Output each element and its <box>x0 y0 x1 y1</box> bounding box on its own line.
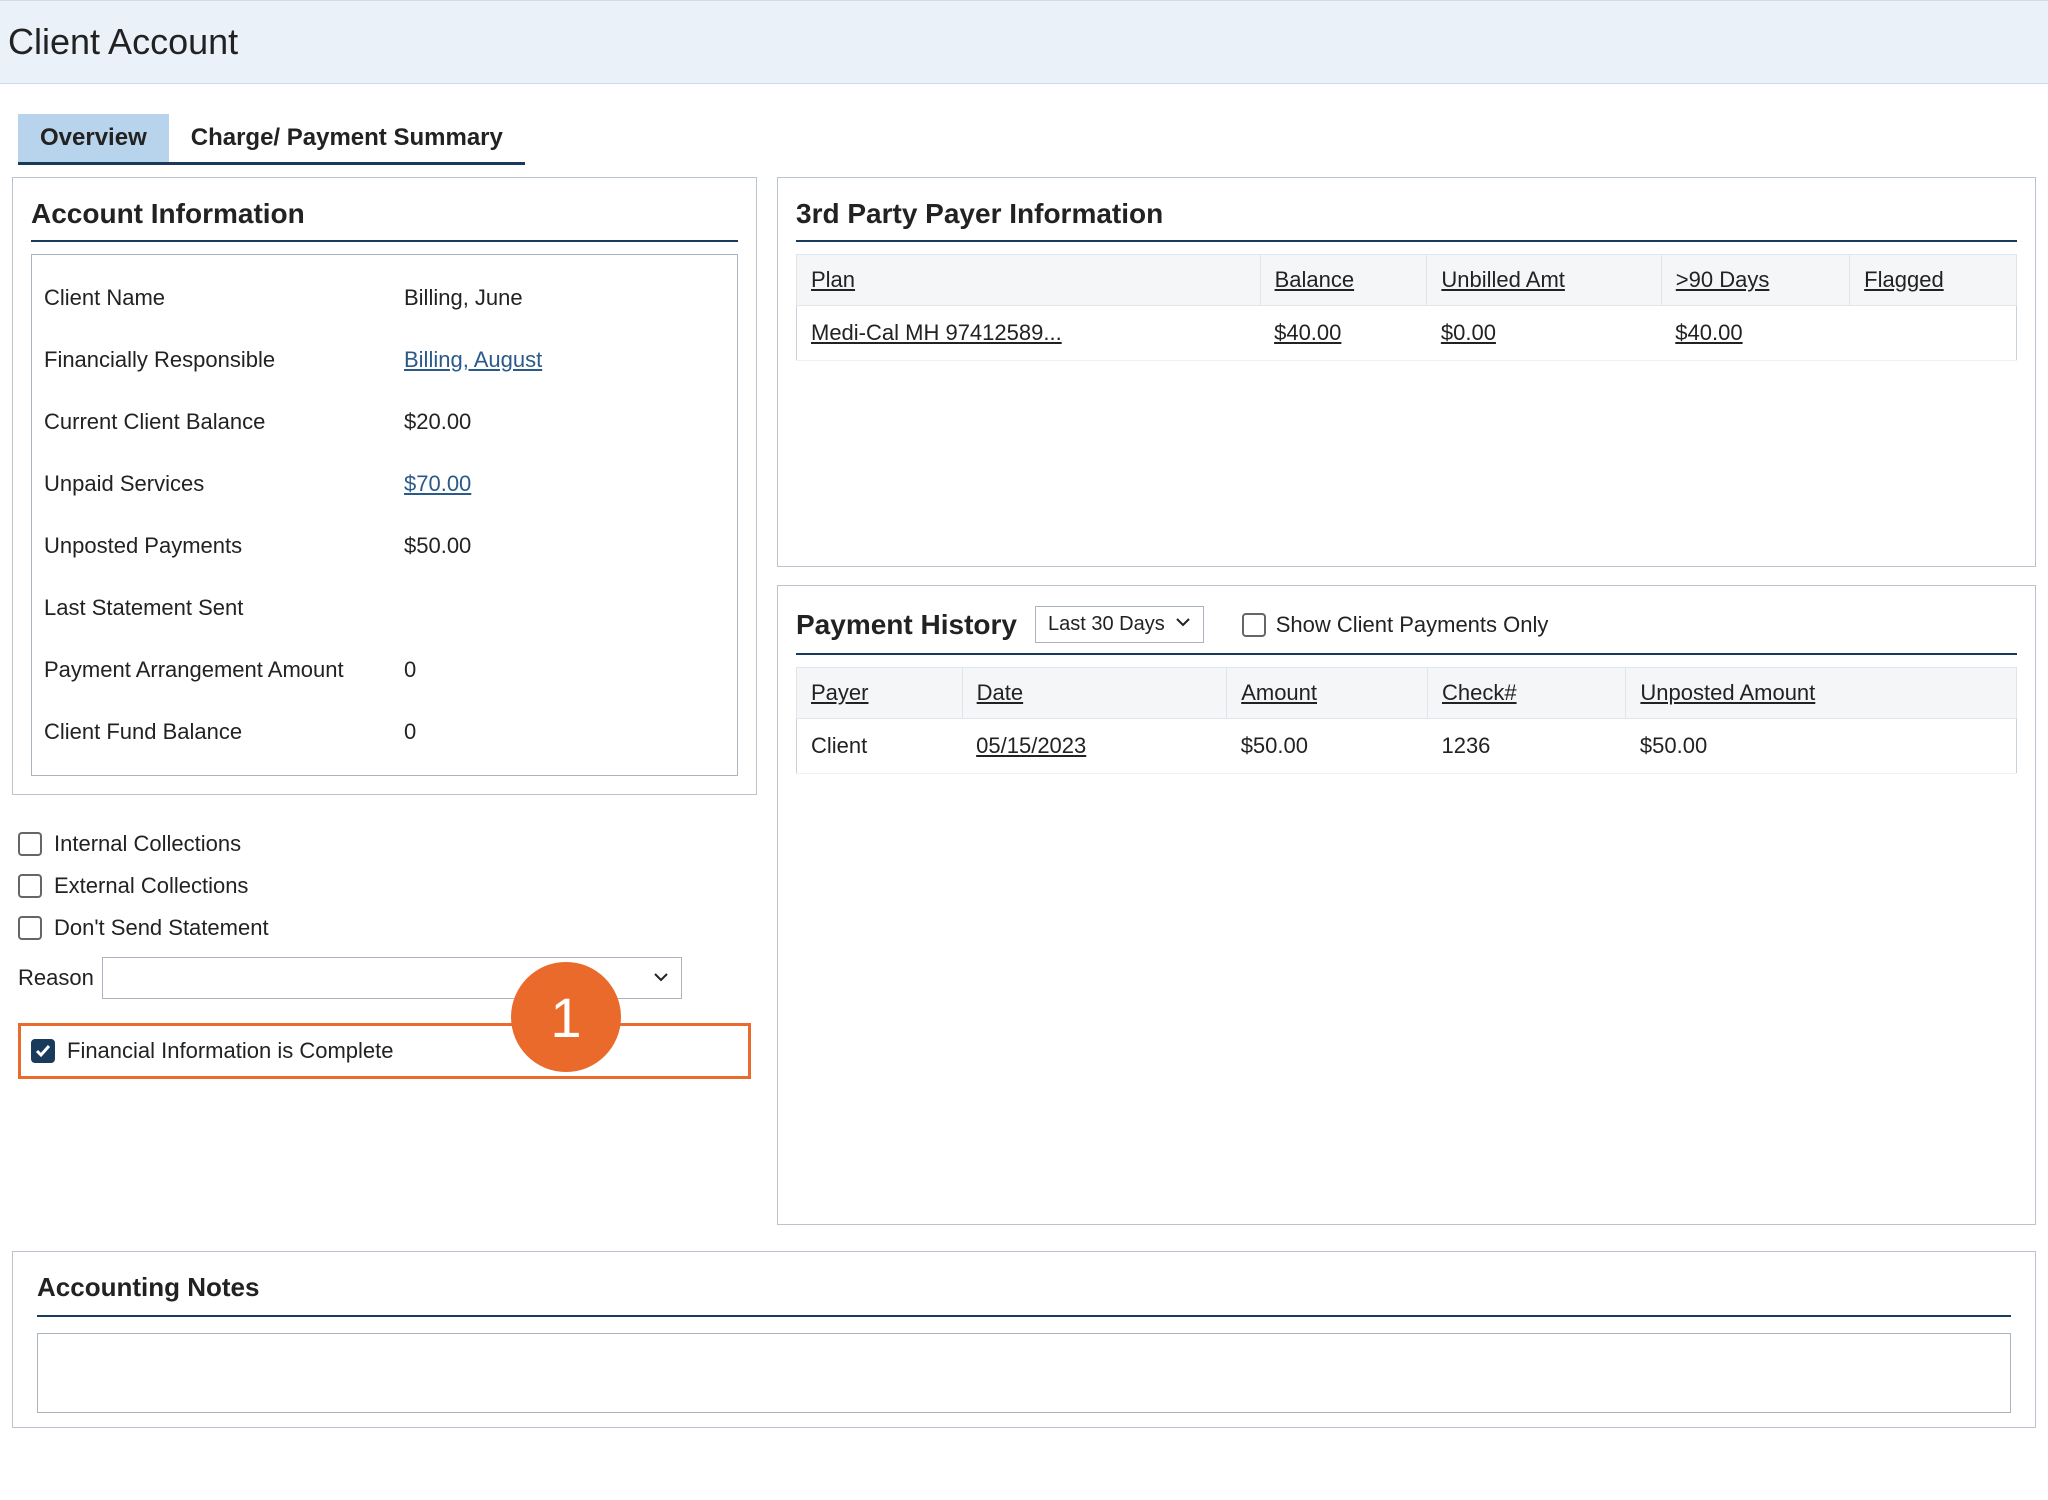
row-unposted-payments: Unposted Payments $50.00 <box>44 515 725 577</box>
payer-row[interactable]: Medi-Cal MH 97412589... $40.00 $0.00 $40… <box>797 306 2017 361</box>
accounting-notes-heading: Accounting Notes <box>37 1266 2011 1317</box>
row-client-fund-balance: Client Fund Balance 0 <box>44 701 725 763</box>
col-flagged[interactable]: Flagged <box>1850 255 2017 306</box>
label-show-client-only: Show Client Payments Only <box>1276 612 1549 638</box>
checkbox-external-collections[interactable] <box>18 874 42 898</box>
cell-payer: Client <box>797 719 963 774</box>
payer-info-panel: 3rd Party Payer Information Plan Balance… <box>777 177 2036 567</box>
col-unposted[interactable]: Unposted Amount <box>1626 668 2017 719</box>
label-dont-send-statement: Don't Send Statement <box>54 915 269 941</box>
cell-unposted: $50.00 <box>1626 719 2017 774</box>
row-internal-collections: Internal Collections <box>18 823 751 865</box>
label-fin-responsible: Financially Responsible <box>44 347 404 373</box>
row-current-balance: Current Client Balance $20.00 <box>44 391 725 453</box>
label-client-fund-balance: Client Fund Balance <box>44 719 404 745</box>
highlight-financial-complete: 1 Financial Information is Complete <box>18 1023 751 1079</box>
account-info-heading: Account Information <box>31 190 738 242</box>
callout-badge-1: 1 <box>511 962 621 1072</box>
range-dropdown[interactable]: Last 30 Days <box>1035 606 1204 643</box>
row-payment-arrangement: Payment Arrangement Amount 0 <box>44 639 725 701</box>
col-90days[interactable]: >90 Days <box>1661 255 1849 306</box>
col-plan[interactable]: Plan <box>797 255 1261 306</box>
tab-charge-payment-summary[interactable]: Charge/ Payment Summary <box>169 114 525 165</box>
col-date[interactable]: Date <box>962 668 1227 719</box>
col-payer[interactable]: Payer <box>797 668 963 719</box>
checkbox-financial-complete[interactable] <box>31 1039 55 1063</box>
label-last-statement: Last Statement Sent <box>44 595 404 621</box>
label-unpaid-services: Unpaid Services <box>44 471 404 497</box>
checkbox-internal-collections[interactable] <box>18 832 42 856</box>
cell-balance[interactable]: $40.00 <box>1260 306 1427 361</box>
cell-plan[interactable]: Medi-Cal MH 97412589... <box>797 306 1261 361</box>
checkbox-group: Internal Collections External Collection… <box>12 813 757 1089</box>
label-current-balance: Current Client Balance <box>44 409 404 435</box>
page-header: Client Account <box>0 0 2048 84</box>
col-unbilled[interactable]: Unbilled Amt <box>1427 255 1661 306</box>
payer-table: Plan Balance Unbilled Amt >90 Days Flagg… <box>796 254 2017 361</box>
payment-history-heading: Payment History <box>796 609 1017 641</box>
page-title: Client Account <box>8 21 2040 63</box>
col-check[interactable]: Check# <box>1427 668 1625 719</box>
checkbox-show-client-only[interactable] <box>1242 613 1266 637</box>
range-label: Last 30 Days <box>1048 613 1165 636</box>
checkbox-dont-send-statement[interactable] <box>18 916 42 940</box>
value-fin-responsible[interactable]: Billing, August <box>404 347 542 373</box>
value-client-name: Billing, June <box>404 285 523 311</box>
col-amount[interactable]: Amount <box>1227 668 1428 719</box>
accounting-notes-panel: Accounting Notes <box>12 1251 2036 1428</box>
row-dont-send-statement: Don't Send Statement <box>18 907 751 949</box>
account-information-panel: Account Information Client Name Billing,… <box>12 177 757 795</box>
payment-history-panel: Payment History Last 30 Days Show Client… <box>777 585 2036 1225</box>
cell-90days[interactable]: $40.00 <box>1661 306 1849 361</box>
value-unposted-payments: $50.00 <box>404 533 471 559</box>
tab-overview[interactable]: Overview <box>18 114 169 165</box>
account-info-grid: Client Name Billing, June Financially Re… <box>31 254 738 776</box>
value-payment-arrangement: 0 <box>404 657 416 683</box>
label-financial-complete: Financial Information is Complete <box>67 1038 393 1064</box>
payment-history-table: Payer Date Amount Check# Unposted Amount… <box>796 667 2017 774</box>
cell-amount: $50.00 <box>1227 719 1428 774</box>
history-row[interactable]: Client 05/15/2023 $50.00 1236 $50.00 <box>797 719 2017 774</box>
col-balance[interactable]: Balance <box>1260 255 1427 306</box>
chevron-down-icon <box>653 965 669 991</box>
row-reason: Reason <box>18 949 751 1017</box>
chevron-down-icon <box>1175 613 1191 636</box>
tab-bar: Overview Charge/ Payment Summary <box>18 114 2036 165</box>
label-internal-collections: Internal Collections <box>54 831 241 857</box>
accounting-notes-textarea[interactable] <box>37 1333 2011 1413</box>
cell-check: 1236 <box>1427 719 1625 774</box>
row-client-name: Client Name Billing, June <box>44 267 725 329</box>
row-last-statement: Last Statement Sent <box>44 577 725 639</box>
row-financially-responsible: Financially Responsible Billing, August <box>44 329 725 391</box>
value-client-fund-balance: 0 <box>404 719 416 745</box>
cell-flagged <box>1850 306 2017 361</box>
row-external-collections: External Collections <box>18 865 751 907</box>
label-client-name: Client Name <box>44 285 404 311</box>
value-current-balance: $20.00 <box>404 409 471 435</box>
cell-unbilled[interactable]: $0.00 <box>1427 306 1661 361</box>
label-external-collections: External Collections <box>54 873 248 899</box>
label-unposted-payments: Unposted Payments <box>44 533 404 559</box>
payer-info-heading: 3rd Party Payer Information <box>796 190 2017 242</box>
value-unpaid-services[interactable]: $70.00 <box>404 471 471 497</box>
cell-date[interactable]: 05/15/2023 <box>962 719 1227 774</box>
row-unpaid-services: Unpaid Services $70.00 <box>44 453 725 515</box>
label-payment-arrangement: Payment Arrangement Amount <box>44 657 404 683</box>
label-reason: Reason <box>18 965 94 991</box>
